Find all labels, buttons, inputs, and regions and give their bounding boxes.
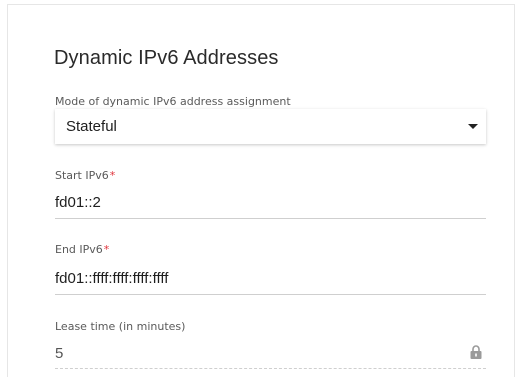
mode-select[interactable]: Stateful: [55, 109, 486, 144]
end-ipv6-underline: [55, 294, 486, 295]
lease-time-underline: [55, 368, 486, 369]
end-ipv6-field: End IPv6* fd01::ffff:ffff:ffff:ffff: [55, 243, 486, 295]
mode-label: Mode of dynamic IPv6 address assignment: [55, 95, 291, 108]
mode-select-value: Stateful: [66, 118, 117, 135]
mode-field: Mode of dynamic IPv6 address assignment: [55, 95, 486, 109]
lock-icon: [470, 345, 482, 359]
start-ipv6-field: Start IPv6* fd01::2: [55, 169, 486, 219]
lease-time-input: 5: [55, 345, 64, 362]
end-ipv6-label: End IPv6*: [55, 243, 486, 257]
section-title: Dynamic IPv6 Addresses: [54, 47, 279, 69]
lease-time-field: Lease time (in minutes) 5: [55, 320, 486, 372]
chevron-down-icon: [468, 124, 478, 129]
required-mark: *: [109, 169, 116, 182]
start-ipv6-underline: [55, 218, 486, 219]
end-ipv6-label-text: End IPv6: [55, 243, 103, 256]
start-ipv6-label-text: Start IPv6: [55, 169, 109, 182]
required-mark: *: [103, 243, 110, 256]
end-ipv6-input[interactable]: fd01::ffff:ffff:ffff:ffff: [55, 270, 486, 288]
start-ipv6-input[interactable]: fd01::2: [55, 194, 486, 212]
start-ipv6-label: Start IPv6*: [55, 169, 486, 183]
lease-time-label: Lease time (in minutes): [55, 320, 186, 333]
